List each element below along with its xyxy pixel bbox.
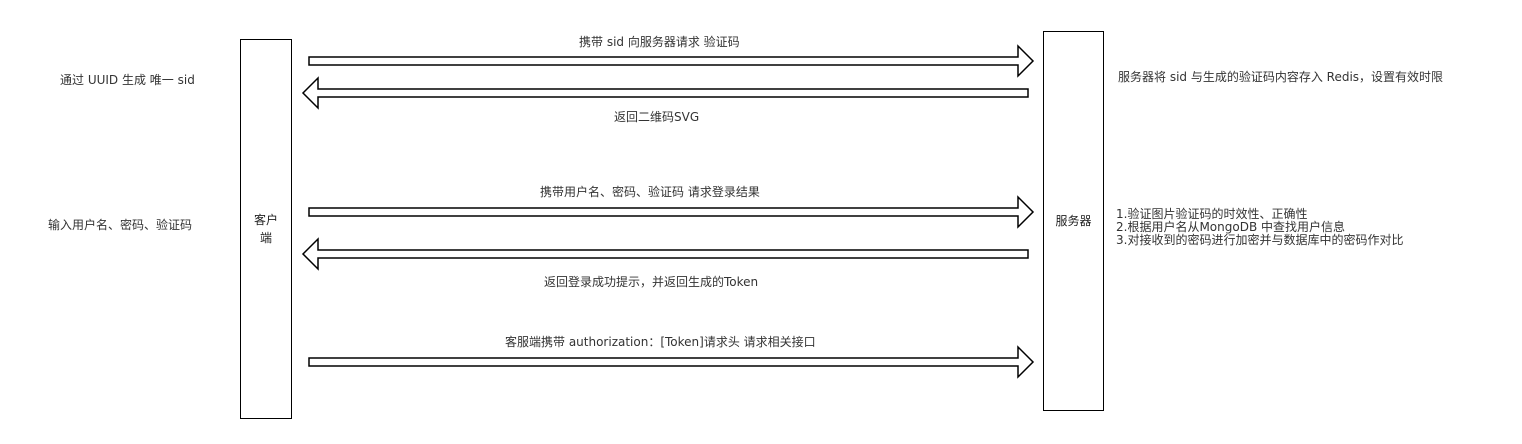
arrow-to-client-return-svg [301, 76, 1029, 110]
flow-arrows [301, 44, 1035, 379]
arrow-to-server-authorized-request [308, 345, 1035, 379]
arrow-to-client-return-token [301, 237, 1029, 271]
arrow-to-server-request-captcha [308, 44, 1035, 78]
arrow-to-server-login [308, 195, 1035, 229]
